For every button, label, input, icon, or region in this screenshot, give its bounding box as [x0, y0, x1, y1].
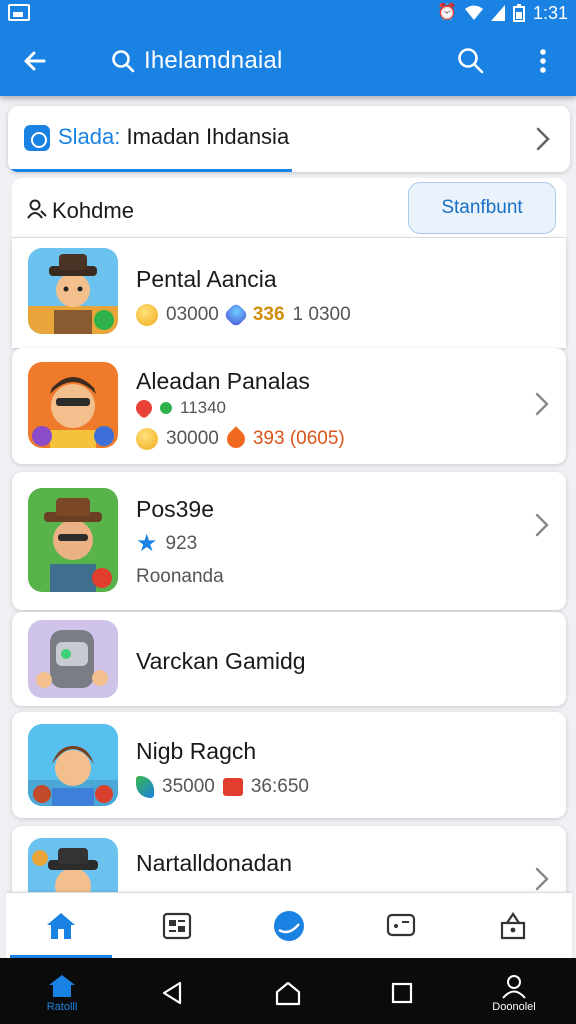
chevron-right-icon	[536, 127, 550, 151]
alarm-icon: ⏰	[437, 4, 457, 21]
item-name: Nigb Ragch	[136, 738, 257, 764]
flame-icon	[223, 426, 249, 452]
system-back-button[interactable]	[142, 966, 202, 1020]
rating-value: 923	[165, 533, 198, 554]
person-icon	[502, 975, 526, 999]
leaf-icon	[136, 776, 154, 798]
chevron-right-icon	[535, 867, 549, 891]
stat-value: 1 0300	[292, 304, 351, 325]
item-sub-value: 11340	[180, 398, 227, 417]
nav-gallery[interactable]	[122, 893, 232, 959]
home-icon	[49, 975, 75, 997]
game-avatar	[28, 488, 118, 592]
home-icon	[47, 913, 75, 939]
settings-icon	[24, 125, 50, 151]
list-title: Kohdme	[52, 198, 134, 223]
app-title: Ihelamdnaial	[144, 47, 283, 74]
status-icons: ⏰ 1:31	[437, 2, 568, 24]
gem-icon	[223, 302, 249, 328]
recents-icon	[391, 982, 413, 1004]
nav-home[interactable]	[6, 893, 116, 959]
list-header: Kohdme Stanfbunt	[12, 178, 566, 238]
status-bar: ⏰ 1:31	[0, 0, 576, 26]
chevron-right-icon	[535, 392, 549, 416]
list-item[interactable]: Varckan Gamidg	[12, 612, 566, 706]
item-stats: 30000 393 (0605)	[136, 426, 345, 452]
game-avatar	[28, 362, 118, 448]
game-avatar	[28, 838, 118, 892]
nav-chat[interactable]	[346, 893, 456, 959]
system-recents-button[interactable]	[372, 966, 432, 1020]
coin-icon	[136, 428, 158, 450]
search-button-icon[interactable]	[454, 44, 488, 78]
item-name: Pos39e	[136, 496, 215, 522]
game-avatar	[28, 248, 118, 334]
game-avatar	[28, 620, 118, 698]
banner-value: Imadan Ihdansia	[126, 124, 290, 149]
location-banner[interactable]: Slada: Imadan Ihdansia	[8, 106, 570, 172]
item-name: Varckan Gamidg	[136, 648, 306, 674]
item-name: Pental Aancia	[136, 266, 277, 292]
list-item[interactable]: Nartalldonadan	[12, 826, 566, 892]
system-account-label: Doonolel	[492, 1001, 536, 1013]
more-vert-icon[interactable]	[528, 44, 558, 78]
back-arrow-icon[interactable]	[18, 44, 52, 78]
signal-icon	[490, 5, 505, 21]
banner-progress	[8, 169, 292, 172]
search-icon	[112, 50, 135, 73]
list-item[interactable]: Nigb Ragch 35000 36:650	[12, 712, 566, 818]
stat-value: 336	[252, 304, 285, 325]
bag-icon	[500, 912, 526, 940]
gallery-icon	[162, 912, 192, 940]
system-nav-bar: Ratolll Doonolel	[0, 958, 576, 1024]
stat-value: 36:650	[250, 776, 309, 797]
battery-icon	[512, 4, 525, 22]
banner-text: Slada: Imadan Ihdansia	[58, 124, 289, 150]
chat-icon	[386, 913, 416, 937]
globe-icon	[274, 911, 304, 941]
status-time: 1:31	[532, 2, 568, 23]
system-app-label: Ratolll	[46, 1001, 78, 1013]
nav-bag[interactable]	[458, 893, 568, 959]
chevron-right-icon	[535, 513, 549, 537]
list-item[interactable]: Pos39e ★ 923 Roonanda	[12, 472, 566, 610]
stat-value: 393 (0605)	[252, 428, 345, 449]
home-outline-icon	[275, 981, 301, 1006]
list-item[interactable]: Aleadan Panalas 11340 30000 393 (0605)	[12, 348, 566, 464]
app-title-search[interactable]: Ihelamdnaial	[110, 44, 283, 78]
back-triangle-icon	[162, 981, 182, 1005]
item-rating: ★ 923	[136, 532, 197, 556]
system-app-button[interactable]: Ratolll	[32, 966, 92, 1020]
status-dot-icon	[160, 402, 172, 414]
item-stats: 35000 36:650	[136, 776, 309, 798]
banner-label: Slada:	[58, 124, 121, 149]
star-icon: ★	[136, 530, 158, 557]
nav-globe[interactable]	[234, 893, 344, 959]
stat-value: 03000	[166, 304, 219, 325]
app-bar: Ihelamdnaial	[0, 26, 576, 96]
item-name: Nartalldonadan	[136, 850, 293, 876]
item-subtitle: Roonanda	[136, 566, 224, 587]
item-stats: 03000 336 1 0300	[136, 302, 351, 328]
house-icon	[222, 778, 243, 796]
game-avatar	[28, 724, 118, 806]
stat-value: 30000	[166, 428, 219, 449]
heart-icon	[132, 396, 156, 420]
system-account-button[interactable]: Doonolel	[484, 966, 544, 1020]
coin-icon	[136, 304, 158, 326]
user-icon	[27, 199, 47, 219]
system-home-button[interactable]	[258, 966, 318, 1020]
bottom-navigation	[6, 892, 572, 959]
wifi-icon	[464, 5, 483, 20]
stat-value: 35000	[162, 776, 215, 797]
start-button[interactable]: Stanfbunt	[408, 182, 556, 234]
item-sub: 11340	[132, 396, 227, 420]
item-name: Aleadan Panalas	[136, 368, 310, 394]
list-item[interactable]: Pental Aancia 03000 336 1 0300	[12, 238, 566, 348]
notification-icon	[8, 4, 30, 21]
